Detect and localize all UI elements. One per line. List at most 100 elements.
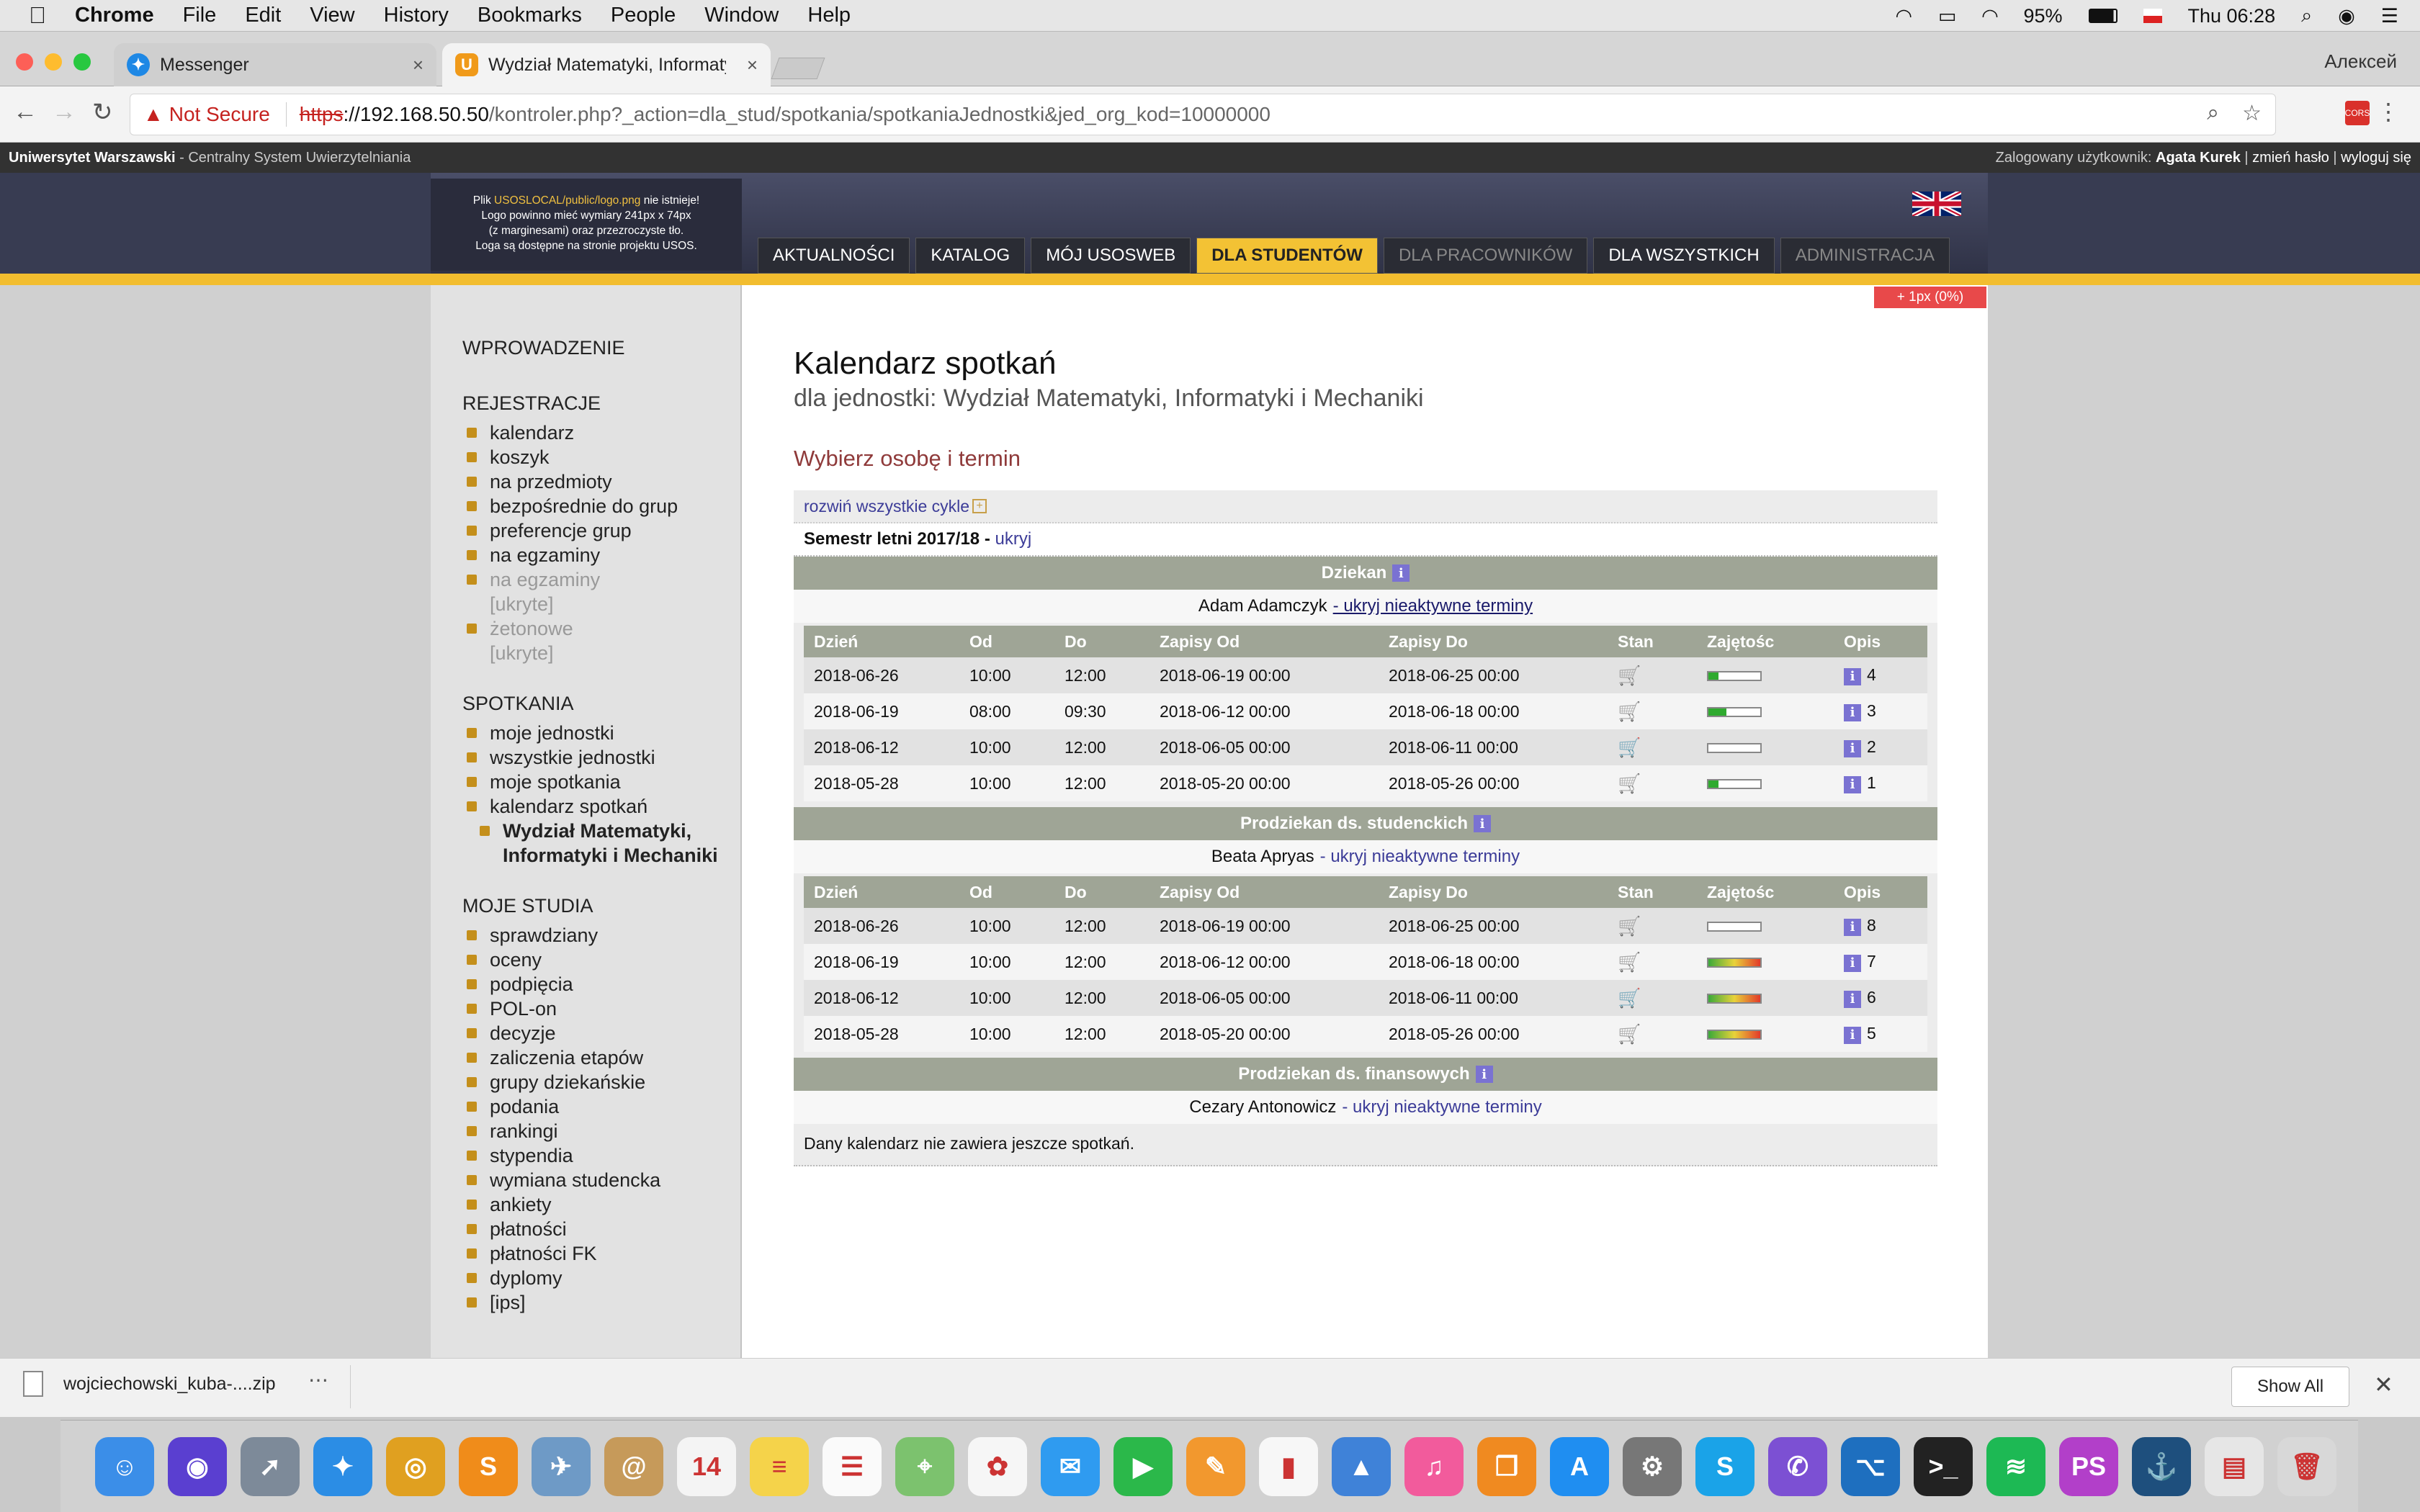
launchpad-icon[interactable]: ➚ — [241, 1436, 300, 1496]
messages-icon[interactable]: ✉ — [1041, 1436, 1100, 1496]
photos-icon[interactable]: ✿ — [968, 1436, 1027, 1496]
reminders-icon[interactable]: ☰ — [823, 1436, 882, 1496]
sidebar-item-reg-2[interactable]: na przedmioty — [462, 469, 740, 494]
download-item[interactable]: wojciechowski_kuba-....zip — [23, 1371, 276, 1397]
table-row[interactable]: 2018-06-19 08:00 09:30 2018-06-12 00:00 2018… — [804, 693, 1927, 729]
sidebar-item-studies-1[interactable]: oceny — [462, 948, 740, 972]
notification-center-icon[interactable]: ☰ — [2381, 5, 2398, 27]
calendar-icon[interactable]: 14 — [677, 1436, 736, 1496]
viber-icon[interactable]: ✆ — [1768, 1436, 1827, 1496]
terminal-icon[interactable]: >_ — [1914, 1436, 1973, 1496]
show-all-button[interactable]: Show All — [2231, 1367, 2349, 1407]
close-tab-icon[interactable]: × — [747, 54, 758, 76]
sidebar-item-reg-4[interactable]: preferencje grup — [462, 518, 740, 543]
airplay-icon[interactable]: ▭ — [1938, 5, 1957, 27]
sidebar-item-studies-6[interactable]: grupy dziekańskie — [462, 1070, 740, 1094]
sidebar-item-studies-14[interactable]: dyplomy — [462, 1266, 740, 1290]
siri-menubar-icon[interactable]: ◉ — [2338, 5, 2355, 27]
sidebar-item-studies-4[interactable]: decyzje — [462, 1021, 740, 1045]
info-icon[interactable]: i — [1844, 775, 1861, 793]
sidebar-item-exams-disabled[interactable]: na egzaminy — [462, 567, 740, 592]
spotlight-icon[interactable]: ⌕ — [2301, 4, 2312, 27]
nav-tab-6[interactable]: ADMINISTRACJA — [1780, 238, 1950, 274]
menu-1[interactable]: Edit — [245, 4, 281, 27]
siri-icon[interactable]: ◉ — [168, 1436, 227, 1496]
hide-inactive-link[interactable]: - ukryj nieaktywne terminy — [1320, 847, 1520, 867]
table-row[interactable]: 2018-06-26 10:00 12:00 2018-06-19 00:00 2018… — [804, 908, 1927, 944]
info-icon[interactable]: i — [1474, 815, 1492, 832]
info-icon[interactable]: i — [1844, 918, 1861, 936]
spotify-icon[interactable]: ≋ — [1986, 1436, 2045, 1496]
itunes-icon[interactable]: ♫ — [1404, 1436, 1464, 1496]
uk-flag-icon[interactable] — [1912, 192, 1961, 216]
reload-icon[interactable]: ↻ — [92, 98, 113, 127]
nav-tab-3[interactable]: DLA STUDENTÓW — [1196, 238, 1378, 274]
address-bar[interactable]: ▲ Not Secure https ://192.168.50.50 /kon… — [130, 94, 2276, 135]
sublime-icon[interactable]: S — [459, 1436, 518, 1496]
sidebar-item-studies-11[interactable]: ankiety — [462, 1192, 740, 1217]
battery-percent[interactable]: 95% — [2023, 5, 2062, 27]
nav-tab-0[interactable]: AKTUALNOŚCI — [758, 238, 910, 274]
headphones-icon[interactable]: ◠ — [1895, 5, 1912, 27]
new-tab-button[interactable] — [771, 58, 825, 79]
finder-icon[interactable]: ☺ — [95, 1436, 154, 1496]
info-icon[interactable]: i — [1844, 703, 1861, 721]
sidebar-item-faculty[interactable]: Wydział Matematyki, Informatyki i Mechan… — [462, 819, 740, 868]
back-icon[interactable]: ← — [13, 98, 37, 126]
info-icon[interactable]: i — [1844, 667, 1861, 685]
sidebar-hidden-1[interactable]: [ukryte] — [462, 592, 740, 616]
table-row[interactable]: 2018-06-12 10:00 12:00 2018-06-05 00:00 2018… — [804, 729, 1927, 765]
safari-icon[interactable]: ✦ — [313, 1436, 372, 1496]
sidebar-item-studies-5[interactable]: zaliczenia etapów — [462, 1045, 740, 1070]
table-row[interactable]: 2018-06-26 10:00 12:00 2018-06-19 00:00 2018… — [804, 657, 1927, 693]
sidebar-item-studies-12[interactable]: płatności — [462, 1217, 740, 1241]
zoom-window-button[interactable] — [73, 53, 91, 71]
sidebar-item-reg-5[interactable]: na egzaminy — [462, 543, 740, 567]
maps-icon[interactable]: ⌖ — [895, 1436, 954, 1496]
sidebar-item-studies-13[interactable]: płatności FK — [462, 1241, 740, 1266]
sidebar-section-my-studies[interactable]: MOJE STUDIA — [462, 895, 740, 917]
tab-usos[interactable]: U Wydział Matematyki, Informaty × — [442, 43, 771, 86]
info-icon[interactable]: i — [1844, 739, 1861, 757]
notes-icon[interactable]: ≡ — [750, 1436, 809, 1496]
sidebar-item-studies-2[interactable]: podpięcia — [462, 972, 740, 996]
table-row[interactable]: 2018-06-19 10:00 12:00 2018-06-12 00:00 2018… — [804, 944, 1927, 980]
hide-inactive-link[interactable]: - ukryj nieaktywne terminy — [1333, 596, 1533, 616]
sidebar-section-registrations[interactable]: REJESTRACJE — [462, 392, 740, 415]
info-icon[interactable]: i — [1844, 954, 1861, 972]
table-row[interactable]: 2018-06-12 10:00 12:00 2018-06-05 00:00 2018… — [804, 980, 1927, 1016]
change-password-link[interactable]: zmień hasło — [2252, 150, 2329, 166]
close-window-button[interactable] — [16, 53, 33, 71]
mysql-workbench-icon[interactable]: ⚓ — [2132, 1436, 2191, 1496]
nav-tab-1[interactable]: KATALOG — [915, 238, 1026, 274]
not-secure-label[interactable]: Not Secure — [169, 103, 270, 126]
cart-open-icon[interactable]: 🛒 — [1618, 987, 1641, 1009]
profile-name[interactable]: Алексей — [2324, 50, 2397, 73]
table-row[interactable]: 2018-05-28 10:00 12:00 2018-05-20 00:00 2018… — [804, 765, 1927, 801]
cart-open-icon[interactable]: 🛒 — [1618, 737, 1641, 759]
sidebar-item-tokens-disabled[interactable]: żetonowe — [462, 616, 740, 641]
info-icon[interactable]: i — [1392, 564, 1410, 582]
archive-icon[interactable]: ▤ — [2205, 1436, 2264, 1496]
preview-icon[interactable]: ✈ — [532, 1436, 591, 1496]
logout-link[interactable]: wyloguj się — [2341, 150, 2411, 166]
keynote-icon[interactable]: ▲ — [1332, 1436, 1391, 1496]
sidebar-item-studies-9[interactable]: stypendia — [462, 1143, 740, 1168]
nav-tab-2[interactable]: MÓJ USOSWEB — [1031, 238, 1191, 274]
info-icon[interactable]: i — [1475, 1066, 1493, 1083]
download-more-icon[interactable]: ⋯ — [308, 1368, 328, 1392]
sidebar-item-studies-7[interactable]: podania — [462, 1094, 740, 1119]
trash-icon[interactable]: 🗑 — [2277, 1436, 2336, 1496]
sidebar-item-studies-8[interactable]: rankingi — [462, 1119, 740, 1143]
sidebar-item-reg-1[interactable]: koszyk — [462, 445, 740, 469]
sidebar-item-meet-2[interactable]: moje spotkania — [462, 770, 740, 794]
phpstorm-icon[interactable]: PS — [2059, 1436, 2118, 1496]
vscode-icon[interactable]: ⌥ — [1841, 1436, 1900, 1496]
close-tab-icon[interactable]: × — [413, 54, 424, 76]
skype-icon[interactable]: S — [1695, 1436, 1754, 1496]
minimize-window-button[interactable] — [45, 53, 62, 71]
sidebar-section-intro[interactable]: WPROWADZENIE — [462, 337, 740, 359]
chrome-menu-icon[interactable]: ⋮ — [2377, 98, 2400, 125]
close-download-bar-icon[interactable]: ✕ — [2374, 1371, 2393, 1398]
apple-icon[interactable]:  — [29, 2, 46, 29]
